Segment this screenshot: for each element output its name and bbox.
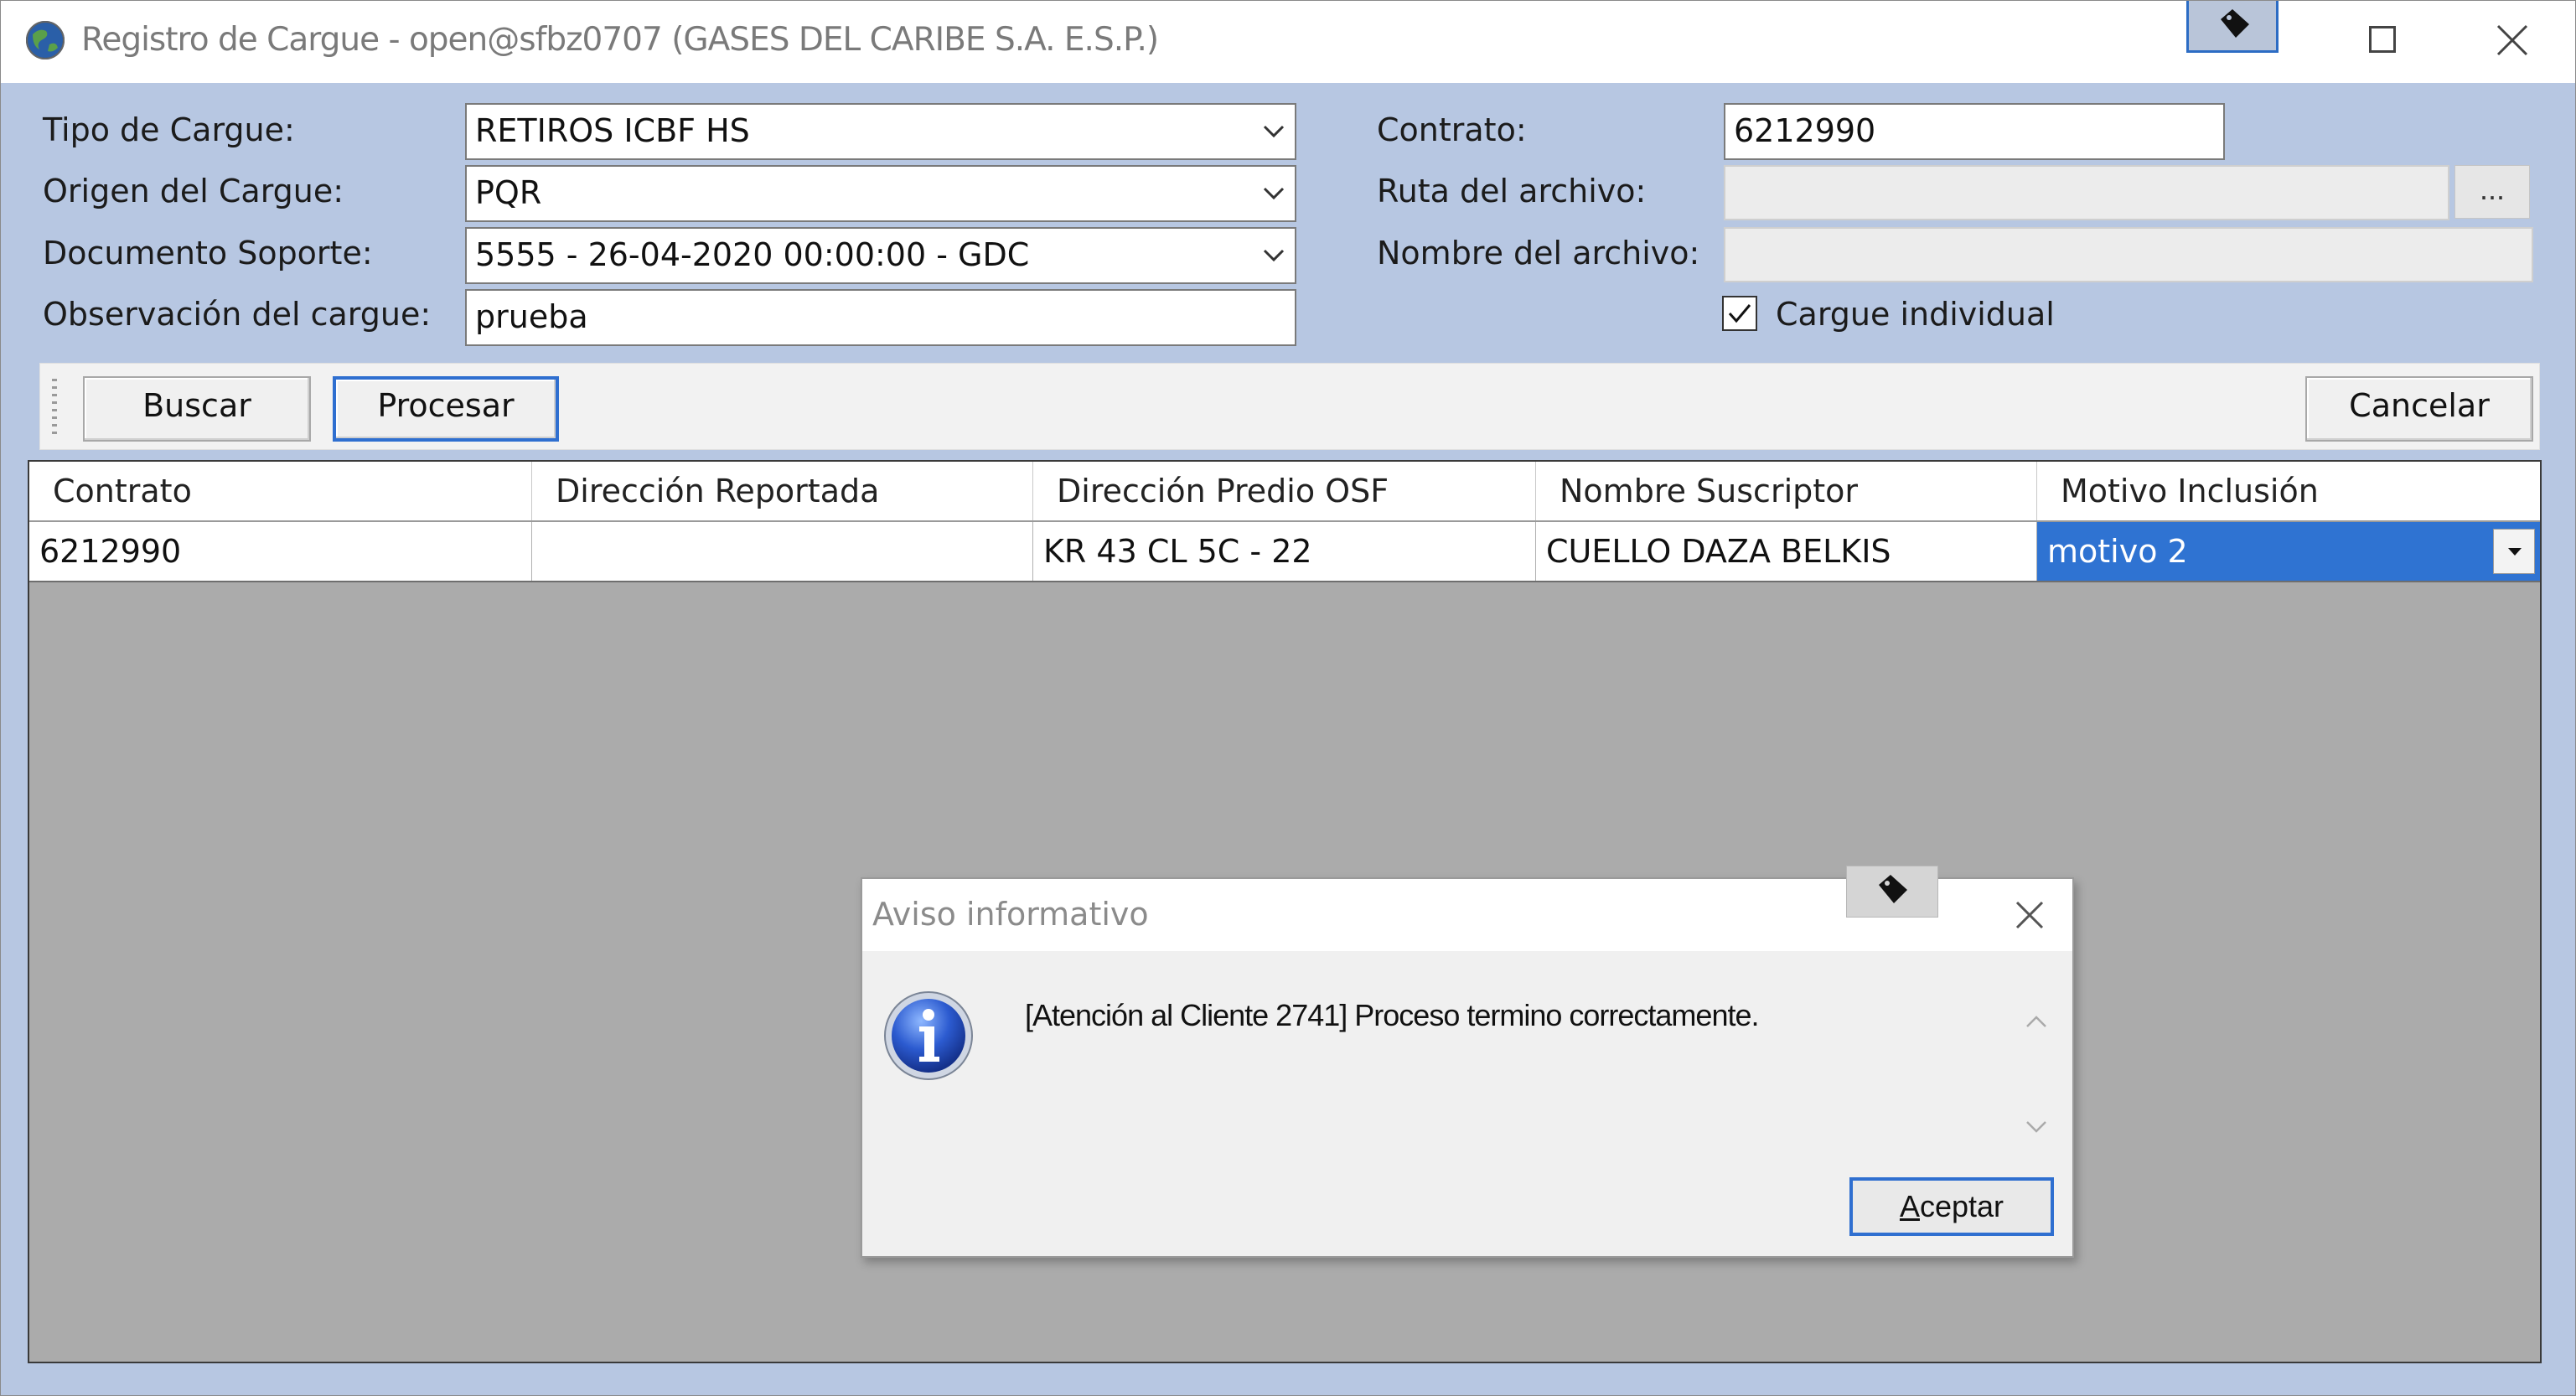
observacion-value: prueba — [475, 298, 588, 335]
column-header-contrato[interactable]: Contrato — [29, 462, 532, 520]
cell-direccion-predio[interactable]: KR 43 CL 5C - 22 — [1033, 522, 1536, 581]
tag-icon — [2221, 9, 2249, 38]
main-window: Registro de Cargue - open@sfbz0707 (GASE… — [0, 0, 2576, 1396]
tipo-cargue-select[interactable]: RETIROS ICBF HS — [465, 103, 1296, 160]
info-icon — [884, 991, 973, 1080]
maximize-icon[interactable] — [2369, 26, 2396, 53]
ruta-archivo-label: Ruta del archivo: — [1377, 173, 1647, 209]
tipo-cargue-label: Tipo de Cargue: — [43, 111, 295, 148]
close-icon[interactable] — [2012, 897, 2047, 933]
tipo-cargue-value: RETIROS ICBF HS — [475, 112, 750, 149]
contrato-label: Contrato: — [1377, 111, 1527, 148]
observacion-label: Observación del cargue: — [43, 296, 432, 333]
chevron-down-icon — [1263, 125, 1285, 138]
cell-nombre-suscriptor[interactable]: CUELLO DAZA BELKIS — [1536, 522, 2037, 581]
cargue-individual-label: Cargue individual — [1776, 296, 2055, 333]
column-header-nombre-suscriptor[interactable]: Nombre Suscriptor — [1536, 462, 2037, 520]
observacion-input[interactable]: prueba — [465, 289, 1296, 346]
aceptar-button[interactable]: Aceptar — [1849, 1177, 2054, 1236]
contrato-input[interactable]: 6212990 — [1724, 103, 2225, 160]
buscar-button[interactable]: Buscar — [83, 376, 311, 442]
dialog-message: [Atención al Cliente 2741] Proceso termi… — [1025, 998, 1759, 1032]
cell-direccion-reportada[interactable] — [532, 522, 1033, 581]
nombre-archivo-label: Nombre del archivo: — [1377, 235, 1700, 271]
procesar-button[interactable]: Procesar — [333, 376, 559, 442]
chevron-down-icon — [1263, 187, 1285, 200]
chevron-down-icon — [1263, 249, 1285, 262]
grid-header: Contrato Dirección Reportada Dirección P… — [29, 462, 2540, 522]
documento-soporte-label: Documento Soporte: — [43, 235, 373, 271]
cell-motivo-value: motivo 2 — [2047, 533, 2188, 570]
ruta-archivo-input[interactable] — [1724, 165, 2449, 220]
documento-soporte-value: 5555 - 26-04-2020 00:00:00 - GDC — [475, 236, 1030, 273]
documento-soporte-select[interactable]: 5555 - 26-04-2020 00:00:00 - GDC — [465, 227, 1296, 284]
column-header-direccion-reportada[interactable]: Dirección Reportada — [532, 462, 1033, 520]
app-globe-icon — [26, 21, 65, 59]
window-title: Registro de Cargue - open@sfbz0707 (GASE… — [81, 21, 1159, 59]
cell-dropdown-button[interactable] — [2493, 529, 2535, 574]
cell-contrato[interactable]: 6212990 — [29, 522, 532, 581]
column-header-motivo-inclusion[interactable]: Motivo Inclusión — [2037, 462, 2540, 520]
aceptar-accelerator: A — [1899, 1189, 1920, 1223]
cargue-individual-checkbox[interactable] — [1722, 296, 1757, 331]
origen-cargue-label: Origen del Cargue: — [43, 173, 344, 209]
toolbar-grip[interactable] — [52, 379, 57, 436]
origen-cargue-value: PQR — [475, 174, 542, 211]
column-header-direccion-predio[interactable]: Dirección Predio OSF — [1033, 462, 1536, 520]
title-bar: Registro de Cargue - open@sfbz0707 (GASE… — [1, 1, 2575, 83]
browse-button[interactable]: ... — [2454, 165, 2530, 219]
info-dialog: Aviso informativo [Atención al Cliente 2… — [861, 866, 2074, 1258]
close-icon[interactable] — [2491, 19, 2533, 61]
scroll-up-icon[interactable] — [2024, 1013, 2049, 1030]
cell-motivo-inclusion[interactable]: motivo 2 — [2037, 522, 2540, 581]
checkmark-icon — [1728, 304, 1751, 323]
nombre-archivo-input[interactable] — [1724, 227, 2533, 282]
cancelar-button[interactable]: Cancelar — [2305, 376, 2533, 442]
scroll-down-icon[interactable] — [2024, 1119, 2049, 1135]
dropdown-arrow-icon — [2508, 548, 2522, 556]
dialog-tag-button[interactable] — [1846, 866, 1938, 918]
origen-cargue-select[interactable]: PQR — [465, 165, 1296, 222]
contrato-value: 6212990 — [1734, 112, 1876, 149]
tag-icon — [1879, 875, 1907, 903]
table-row[interactable]: 6212990 KR 43 CL 5C - 22 CUELLO DAZA BEL… — [29, 522, 2540, 582]
dialog-title: Aviso informativo — [872, 896, 1149, 933]
aceptar-label: ceptar — [1919, 1189, 2004, 1223]
tag-button[interactable] — [2186, 1, 2279, 53]
